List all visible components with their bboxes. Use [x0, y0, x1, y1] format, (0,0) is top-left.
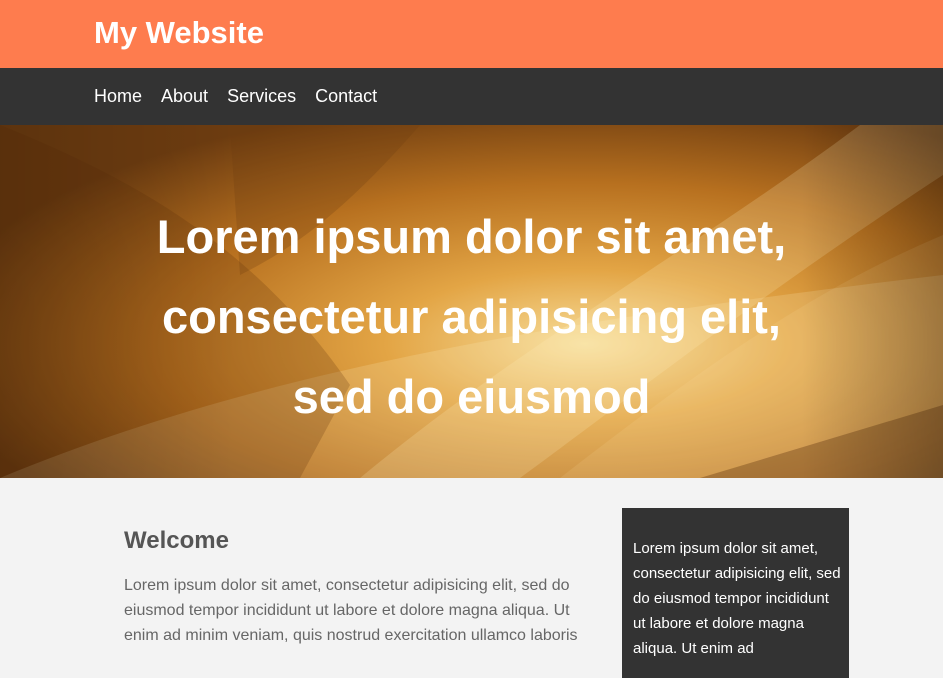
hero-banner: Lorem ipsum dolor sit amet, consectetur …	[0, 125, 943, 478]
nav-item-contact[interactable]: Contact	[315, 85, 377, 107]
nav-item-about[interactable]: About	[161, 85, 208, 107]
welcome-heading: Welcome	[124, 527, 229, 554]
sidebar-box: Lorem ipsum dolor sit amet, consectetur …	[622, 508, 849, 678]
site-header: My Website	[0, 0, 943, 68]
nav-list: Home About Services Contact	[94, 85, 396, 107]
main-content: Welcome Lorem ipsum dolor sit amet, cons…	[0, 478, 943, 678]
hero-heading-line-1: Lorem ipsum dolor sit amet,	[156, 210, 787, 263]
hero-heading: Lorem ipsum dolor sit amet, consectetur …	[100, 197, 843, 437]
main-nav: Home About Services Contact	[0, 68, 943, 125]
nav-item-services[interactable]: Services	[227, 85, 296, 107]
hero-heading-line-2: consectetur adipisicing elit,	[162, 290, 781, 343]
hero-heading-line-3: sed do eiusmod	[292, 370, 651, 423]
nav-item-home[interactable]: Home	[94, 85, 142, 107]
site-title[interactable]: My Website	[94, 14, 264, 52]
sidebar-text: Lorem ipsum dolor sit amet, consectetur …	[633, 540, 841, 657]
welcome-paragraph: Lorem ipsum dolor sit amet, consectetur …	[124, 577, 578, 644]
